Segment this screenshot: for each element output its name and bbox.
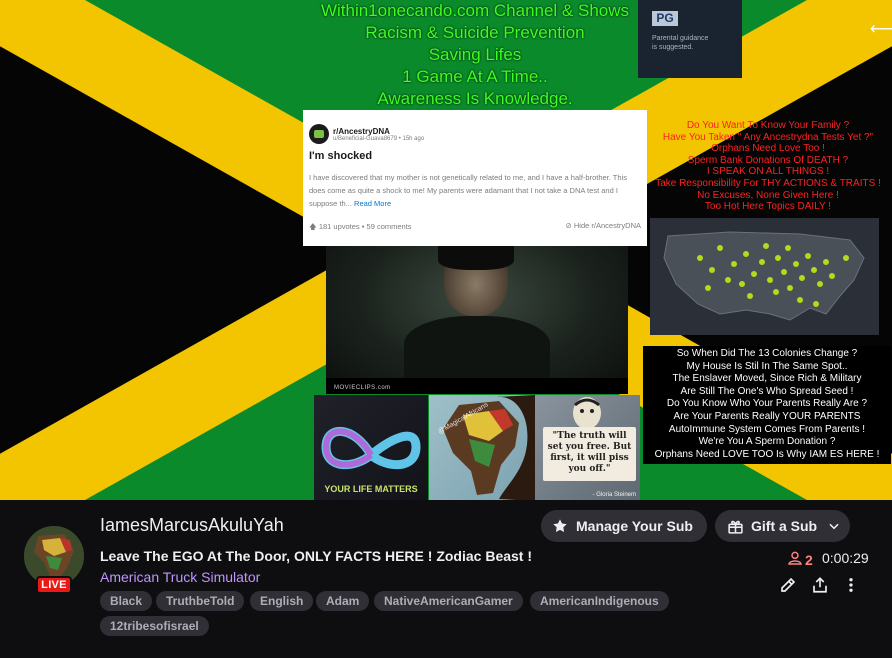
red-text-line: Have You Taken " Any Ancestrydna Tests Y… bbox=[662, 131, 874, 143]
gift-icon bbox=[726, 517, 744, 535]
manage-sub-button[interactable]: Manage Your Sub bbox=[541, 510, 707, 542]
red-text-line: Orphans Need Love Too ! bbox=[711, 143, 825, 155]
channel-name[interactable]: IamesMarcusAkuluYah bbox=[100, 515, 284, 536]
tag-adam[interactable]: Adam bbox=[316, 591, 370, 611]
chevron-down-icon bbox=[825, 517, 843, 535]
star-icon bbox=[551, 517, 569, 535]
parental-guidance-panel: PG Parental guidance is suggested. bbox=[638, 0, 742, 78]
headline-line: Within1onecando.com Channel & Shows bbox=[320, 1, 630, 20]
pencil-icon[interactable] bbox=[777, 574, 799, 596]
white-text-line: Are Still The One's Who Spread Seed ! bbox=[680, 385, 854, 397]
overlay-white-text: So When Did The 13 Colonies Change ? My … bbox=[643, 346, 891, 464]
red-text-line: Do You Want To Know Your Family ? bbox=[686, 120, 850, 131]
manage-sub-label: Manage Your Sub bbox=[576, 518, 693, 534]
your-life-matters-image: YOUR LIFE MATTERS bbox=[314, 395, 428, 500]
share-icon[interactable] bbox=[809, 574, 831, 596]
viewers-icon bbox=[787, 550, 805, 569]
movie-clip-still: MOVIECLIPS.com bbox=[326, 246, 628, 394]
tile-life-caption: YOUR LIFE MATTERS bbox=[324, 484, 418, 494]
overlay-red-text: Do You Want To Know Your Family ? Have Y… bbox=[648, 120, 888, 213]
reddit-post-header: r/AncestryDNA u/Beneficial-Guava8679 • 1… bbox=[309, 124, 639, 144]
tag-black[interactable]: Black bbox=[100, 591, 153, 611]
truth-quote-image: "The truth will set you free. But first,… bbox=[535, 395, 640, 500]
post-footer: 🡅 181 upvotes ▪ 59 comments ⊘ Hide r/Anc… bbox=[309, 221, 641, 234]
upvote-count: 181 upvotes bbox=[318, 222, 360, 231]
post-meta: u/Beneficial-Guava8679 • 15h ago bbox=[333, 135, 425, 142]
white-text-line: We're You A Sperm Donation ? bbox=[698, 436, 836, 448]
gift-sub-button[interactable]: Gift a Sub bbox=[715, 510, 850, 542]
headline-line: Racism & Suicide Prevention bbox=[365, 23, 585, 42]
white-text-line: The Enslaver Moved, Since Rich & Militar… bbox=[672, 373, 862, 385]
stream-title: Leave The EGO At The Door, ONLY FACTS HE… bbox=[100, 548, 533, 564]
comment-count: 59 comments bbox=[366, 222, 412, 231]
africa-profile-image: @MagicalAfricans bbox=[429, 395, 535, 500]
movieclips-logo: MOVIECLIPS.com bbox=[334, 385, 391, 391]
pg-text: Parental guidance is suggested. bbox=[652, 34, 742, 52]
tag-english[interactable]: English bbox=[250, 591, 314, 611]
red-text-line: Too Hot Here Topics DAILY ! bbox=[704, 201, 832, 213]
pg-text-line: is suggested. bbox=[652, 44, 694, 51]
white-text-line: Are Your Parents Really YOUR PARENTS bbox=[673, 410, 861, 422]
headline-line: 1 Game At A Time.. bbox=[402, 67, 548, 86]
white-text-line: AutoImmune System Comes From Parents ! bbox=[668, 423, 866, 435]
tag-12tribesofisrael[interactable]: 12tribesofisrael bbox=[100, 616, 209, 636]
stream-page: ⟵| Within1onecando.com Channel & Shows R… bbox=[0, 0, 892, 658]
post-body: I have discovered that my mother is not … bbox=[309, 171, 639, 210]
gift-sub-label: Gift a Sub bbox=[751, 518, 818, 534]
movie-figure-coat bbox=[404, 316, 550, 378]
hide-icon: ⊘ bbox=[565, 221, 572, 230]
collapse-arrow-icon[interactable]: ⟵| bbox=[870, 22, 892, 38]
post-title: I'm shocked bbox=[309, 150, 373, 162]
red-text-line: I SPEAK ON ALL THINGS ! bbox=[706, 166, 830, 178]
tag-nativeamericangamer[interactable]: NativeAmericanGamer bbox=[374, 591, 523, 611]
hide-subreddit: Hide r/AncestryDNA bbox=[573, 221, 641, 230]
game-category-link[interactable]: American Truck Simulator bbox=[100, 569, 260, 585]
red-text-line: Sperm Bank Donations Of DEATH ? bbox=[687, 154, 849, 166]
pg-badge: PG bbox=[652, 11, 678, 26]
viewer-count: 2 bbox=[787, 550, 813, 569]
subreddit-avatar-icon bbox=[309, 124, 329, 144]
movie-figure-hair bbox=[438, 246, 514, 270]
more-options-icon[interactable] bbox=[840, 574, 862, 596]
usa-map-graphic bbox=[663, 231, 865, 321]
tag-americanindigenous[interactable]: AmericanIndigenous bbox=[530, 591, 669, 611]
red-text-line: No Excuses, None Given Here ! bbox=[697, 189, 839, 201]
channel-avatar[interactable]: LIVE bbox=[22, 524, 86, 594]
truth-quote-author: - Gloria Steinem bbox=[592, 492, 636, 498]
stream-uptime: 0:00:29 bbox=[822, 550, 869, 566]
upvote-icon: 🡅 bbox=[309, 222, 317, 231]
reddit-post-card: r/AncestryDNA u/Beneficial-Guava8679 • 1… bbox=[303, 110, 647, 246]
headline-line: Awareness Is Knowledge. bbox=[377, 89, 573, 108]
tag-truthbetold[interactable]: TruthbeTold bbox=[156, 591, 245, 611]
channel-info-bar: LIVE IamesMarcusAkuluYah Leave The EGO A… bbox=[0, 500, 892, 658]
subreddit-name: r/AncestryDNA bbox=[333, 126, 390, 136]
live-badge: LIVE bbox=[36, 576, 72, 594]
white-text-line: Do You Know Who Your Parents Really Are … bbox=[666, 398, 868, 410]
read-more-link: Read More bbox=[354, 199, 392, 208]
video-player[interactable]: ⟵| Within1onecando.com Channel & Shows R… bbox=[0, 0, 892, 500]
pg-text-line: Parental guidance bbox=[652, 35, 709, 42]
overlay-headline: Within1onecando.com Channel & Shows Raci… bbox=[290, 0, 660, 110]
white-text-line: Orphans Need LOVE TOO Is Why IAM ES HERE… bbox=[654, 448, 880, 460]
viewer-count-value: 2 bbox=[805, 551, 813, 568]
white-text-line: So When Did The 13 Colonies Change ? bbox=[676, 348, 858, 359]
usa-map-image bbox=[650, 218, 879, 335]
headline-line: Saving Lifes bbox=[428, 45, 522, 64]
white-text-line: My House Is Stil In The Same Spot.. bbox=[686, 360, 848, 372]
red-text-line: Take Responsibility For THY ACTIONS & TR… bbox=[655, 177, 881, 189]
truth-quote-card: "The truth will set you free. But first,… bbox=[543, 427, 636, 481]
